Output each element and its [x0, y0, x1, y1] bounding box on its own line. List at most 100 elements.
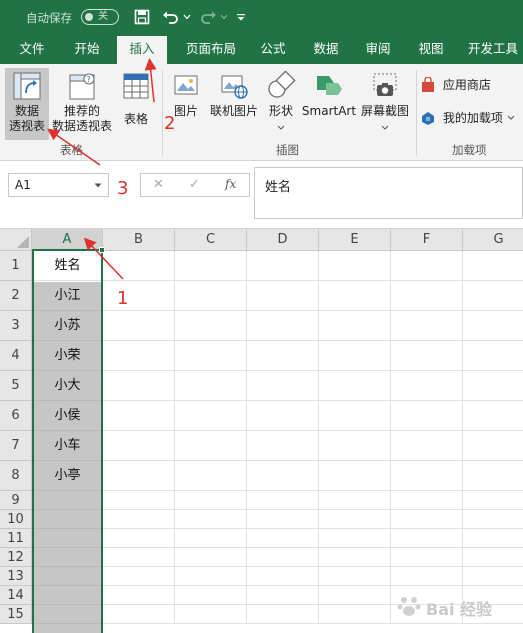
- row-header-8[interactable]: 8: [0, 461, 32, 491]
- cell[interactable]: [391, 491, 463, 510]
- tab-page-layout[interactable]: 页面布局: [175, 34, 247, 64]
- enter-icon[interactable]: ✓: [189, 177, 200, 192]
- cell[interactable]: [391, 529, 463, 548]
- cell[interactable]: [247, 281, 319, 311]
- cell[interactable]: [319, 311, 391, 341]
- column-header-b[interactable]: B: [103, 229, 175, 251]
- cell[interactable]: [103, 371, 175, 401]
- cell[interactable]: [463, 529, 523, 548]
- cell[interactable]: [247, 567, 319, 586]
- tab-review[interactable]: 审阅: [356, 34, 400, 64]
- row-header-9[interactable]: 9: [0, 491, 32, 510]
- cell[interactable]: [175, 431, 247, 461]
- cell[interactable]: [247, 491, 319, 510]
- cell-a1-header[interactable]: 姓名: [32, 251, 103, 281]
- cell[interactable]: [175, 491, 247, 510]
- name-box[interactable]: A1: [8, 173, 109, 197]
- cell-a-value[interactable]: 小侯: [32, 401, 103, 431]
- tab-file[interactable]: 文件: [8, 34, 56, 64]
- cell[interactable]: [175, 567, 247, 586]
- cell[interactable]: [103, 461, 175, 491]
- column-header-e[interactable]: E: [319, 229, 391, 251]
- cell[interactable]: [319, 371, 391, 401]
- tab-data[interactable]: 数据: [304, 34, 348, 64]
- cell[interactable]: [175, 401, 247, 431]
- cell[interactable]: [175, 281, 247, 311]
- cell[interactable]: [391, 401, 463, 431]
- tab-formulas[interactable]: 公式: [251, 34, 295, 64]
- cell[interactable]: [247, 510, 319, 529]
- cell-a-value[interactable]: 小荣: [32, 341, 103, 371]
- cell-a-value[interactable]: 小苏: [32, 311, 103, 341]
- undo-icon[interactable]: [161, 6, 181, 28]
- store-button[interactable]: 应用商店: [420, 75, 520, 96]
- cell[interactable]: [463, 461, 523, 491]
- tab-home[interactable]: 开始: [62, 34, 112, 64]
- row-header-14[interactable]: 14: [0, 586, 32, 605]
- cell[interactable]: [175, 371, 247, 401]
- cell[interactable]: [247, 311, 319, 341]
- cell-a-value[interactable]: 小车: [32, 431, 103, 461]
- cell-a-value[interactable]: 小江: [32, 281, 103, 311]
- column-header-g[interactable]: G: [463, 229, 523, 251]
- cell[interactable]: [463, 567, 523, 586]
- cell[interactable]: [463, 251, 523, 281]
- cell[interactable]: [247, 548, 319, 567]
- cell[interactable]: [247, 461, 319, 491]
- fill-handle[interactable]: [99, 247, 105, 253]
- cell[interactable]: [247, 605, 319, 624]
- cell[interactable]: [103, 548, 175, 567]
- pivot-table-button[interactable]: 数据 透视表: [5, 68, 49, 140]
- cell[interactable]: [319, 548, 391, 567]
- cell[interactable]: [175, 605, 247, 624]
- table-button[interactable]: 表格: [116, 68, 156, 140]
- my-addins-button[interactable]: 我的加载项: [420, 109, 523, 129]
- cell[interactable]: [319, 605, 391, 624]
- column-header-f[interactable]: F: [391, 229, 463, 251]
- row-header-15[interactable]: 15: [0, 605, 32, 624]
- cell[interactable]: [319, 251, 391, 281]
- cell-a-value[interactable]: 小亭: [32, 461, 103, 491]
- smartart-button[interactable]: SmartArt: [300, 68, 358, 140]
- undo-dropdown-icon[interactable]: [182, 6, 192, 28]
- select-all-corner[interactable]: [0, 229, 32, 251]
- cell[interactable]: [391, 567, 463, 586]
- cell[interactable]: [391, 461, 463, 491]
- cell[interactable]: [103, 529, 175, 548]
- column-header-c[interactable]: C: [175, 229, 247, 251]
- cell[interactable]: [463, 510, 523, 529]
- formula-input[interactable]: 姓名: [254, 167, 523, 219]
- cell[interactable]: [463, 401, 523, 431]
- cell[interactable]: [103, 401, 175, 431]
- cell[interactable]: [463, 431, 523, 461]
- tab-view[interactable]: 视图: [409, 34, 453, 64]
- cell[interactable]: [175, 586, 247, 605]
- customize-toolbar-icon[interactable]: [235, 6, 247, 28]
- redo-dropdown-icon[interactable]: [219, 6, 229, 28]
- cell[interactable]: [175, 251, 247, 281]
- shapes-button[interactable]: 形状: [263, 68, 299, 140]
- cell[interactable]: [463, 311, 523, 341]
- cell[interactable]: [319, 431, 391, 461]
- cell[interactable]: [391, 371, 463, 401]
- cell[interactable]: [391, 548, 463, 567]
- row-header-6[interactable]: 6: [0, 401, 32, 431]
- cell[interactable]: [319, 510, 391, 529]
- row-header-13[interactable]: 13: [0, 567, 32, 586]
- cell[interactable]: [103, 491, 175, 510]
- row-header-4[interactable]: 4: [0, 341, 32, 371]
- cell[interactable]: [175, 341, 247, 371]
- cell[interactable]: [391, 251, 463, 281]
- cell[interactable]: [319, 401, 391, 431]
- cell[interactable]: [391, 311, 463, 341]
- cell[interactable]: [103, 586, 175, 605]
- cell[interactable]: [463, 548, 523, 567]
- cell[interactable]: [175, 548, 247, 567]
- name-box-dropdown-icon[interactable]: [94, 183, 102, 188]
- worksheet-grid[interactable]: A B C D E F G 1 姓名 2 小江 3 小苏 4 小荣 5 小大 6 小侯 7 小车 8 小亭 9 10 11 12 13…: [0, 229, 523, 633]
- tab-insert[interactable]: 插入: [117, 36, 167, 64]
- cell[interactable]: [175, 529, 247, 548]
- cell[interactable]: [103, 281, 175, 311]
- cell[interactable]: [391, 510, 463, 529]
- cell[interactable]: [175, 510, 247, 529]
